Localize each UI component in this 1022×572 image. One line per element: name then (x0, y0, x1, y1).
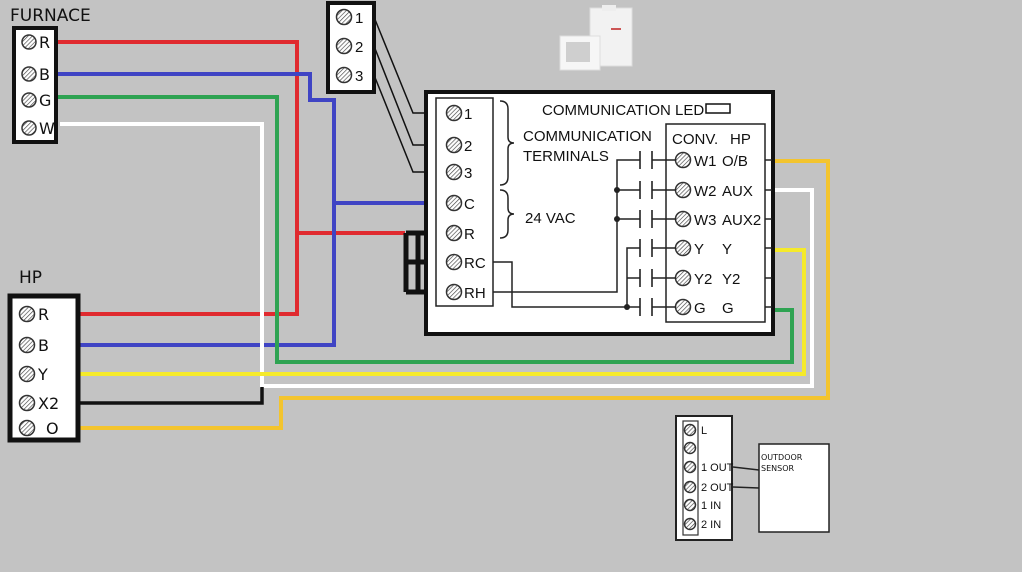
hp-terminal-label: AUX2 (722, 212, 761, 229)
hp-terminal-label: Y (37, 365, 48, 384)
board-left-terminal-label: R (464, 226, 475, 243)
furnace-terminal-label: G (39, 91, 51, 110)
screw-terminal-icon (683, 423, 697, 437)
screw-terminal-icon (21, 34, 37, 50)
conv-terminal-label: W2 (694, 183, 717, 200)
comm-terminal-label: 1 (355, 10, 363, 27)
board-left-terminal-label: RC (464, 255, 486, 272)
screw-terminal-icon (683, 480, 697, 494)
screw-terminal-icon (445, 224, 463, 242)
comm-label-line2: TERMINALS (523, 148, 609, 165)
screw-terminal-icon (335, 37, 353, 55)
screw-terminal-icon (683, 441, 697, 455)
screw-terminal-icon (21, 92, 37, 108)
hp-terminal-label: R (38, 305, 49, 324)
screw-terminal-icon (18, 365, 36, 383)
screw-terminal-icon (674, 239, 692, 257)
conv-terminal-label: G (694, 300, 706, 317)
hp-terminal-label: O/B (722, 153, 748, 170)
screw-terminal-icon (674, 210, 692, 228)
sensor-terminal-label: 1 OUT (701, 462, 734, 474)
screw-terminal-icon (445, 104, 463, 122)
junction-dot (624, 304, 630, 310)
screw-terminal-icon (18, 394, 36, 412)
hp-terminal-label: X2 (38, 394, 59, 413)
led-label: COMMUNICATION LED (542, 102, 704, 119)
screw-terminal-icon (445, 194, 463, 212)
hp-terminal-label: B (38, 336, 49, 355)
screw-terminal-icon (445, 163, 463, 181)
board-left-terminal-label: C (464, 196, 475, 213)
screw-terminal-icon (335, 66, 353, 84)
hp-terminal-label: Y (722, 241, 732, 258)
screw-terminal-icon (674, 298, 692, 316)
wiring-diagram: FURNACE RBGW HP RBYX2O 123 COMMUNICATION… (7, 1, 830, 541)
screw-terminal-icon (21, 66, 37, 82)
board-left-terminal-label: RH (464, 285, 486, 302)
communication-led (705, 103, 731, 114)
screw-terminal-icon (445, 253, 463, 271)
comm-terminal-label: 3 (355, 68, 363, 85)
screw-terminal-icon (674, 151, 692, 169)
screw-terminal-icon (445, 136, 463, 154)
thermostat-image (559, 5, 633, 71)
hp-terminal-label: AUX (722, 183, 753, 200)
conv-terminal-label: Y2 (694, 271, 712, 288)
furnace-terminal-label: R (39, 33, 50, 52)
board-left-terminal-label: 1 (464, 106, 472, 123)
screw-terminal-icon (674, 181, 692, 199)
screw-terminal-icon (445, 283, 463, 301)
junction-dot (614, 216, 620, 222)
sensor-terminal-label: L (701, 425, 707, 437)
screw-terminal-icon (674, 269, 692, 287)
board-left-terminal-label: 2 (464, 138, 472, 155)
wire-blue-furnace (48, 72, 336, 347)
hp-terminal-label: G (722, 300, 734, 317)
sensor-label-line2: SENSOR (761, 464, 794, 473)
hp-terminal-label: Y2 (722, 271, 740, 288)
conv-terminal-label: Y (694, 241, 704, 258)
conv-terminal-label: W1 (694, 153, 717, 170)
screw-terminal-icon (18, 336, 36, 354)
junction-dot (614, 187, 620, 193)
screw-terminal-icon (683, 517, 697, 531)
screw-terminal-icon (18, 419, 36, 437)
hp-terminal-label: O (46, 419, 59, 438)
screw-terminal-icon (335, 8, 353, 26)
sensor-terminal-label: 1 IN (701, 500, 721, 512)
board-left-terminal-label: 3 (464, 165, 472, 182)
screw-terminal-icon (21, 120, 37, 136)
sensor-terminal-label: 2 OUT (701, 482, 734, 494)
screw-terminal-icon (683, 460, 697, 474)
furnace-title: FURNACE (10, 6, 91, 26)
vac-label: 24 VAC (525, 210, 576, 227)
sensor-wires (732, 466, 760, 489)
comm-label-line1: COMMUNICATION (523, 128, 652, 145)
conv-header: CONV. (672, 131, 718, 148)
furnace-terminal-label: B (39, 65, 50, 84)
wire-black-x2 (68, 387, 264, 405)
comm-terminal-label: 2 (355, 39, 363, 56)
sensor-terminal-label: 2 IN (701, 519, 721, 531)
conv-terminal-label: W3 (694, 212, 717, 229)
screw-terminal-icon (18, 305, 36, 323)
screw-terminal-icon (683, 498, 697, 512)
sensor-label-line1: OUTDOOR (761, 453, 803, 462)
furnace-terminal-label: W (39, 119, 55, 138)
hp-header: HP (730, 131, 751, 148)
hp-title: HP (19, 268, 42, 288)
